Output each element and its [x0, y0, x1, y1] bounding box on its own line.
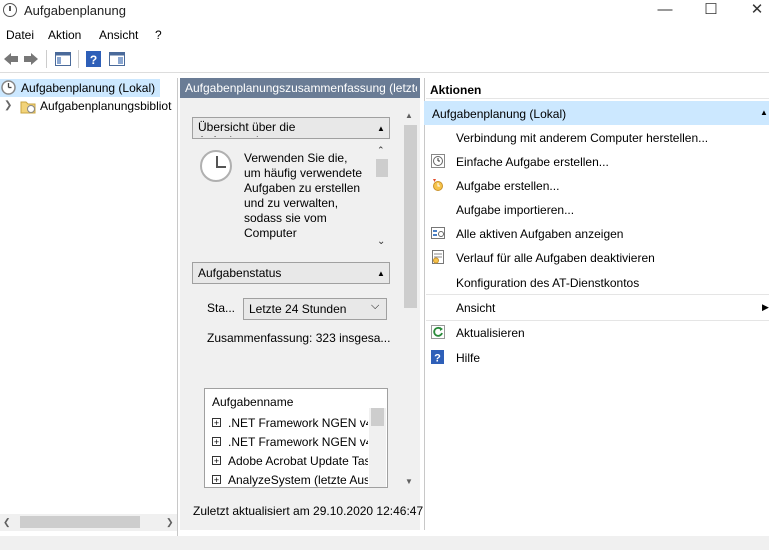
close-button[interactable]: ✕ — [734, 0, 769, 22]
clock-icon — [3, 3, 17, 17]
chevron-down-icon[interactable]: ⌄ — [377, 236, 385, 247]
tree-root-label: Aufgabenplanung (Lokal) — [21, 81, 156, 95]
scrollbar-thumb[interactable] — [376, 159, 388, 177]
status-period-value: Letzte 24 Stunden — [249, 302, 347, 316]
tree-library-label[interactable]: Aufgabenplanungsbibliot — [40, 99, 177, 113]
svg-text:?: ? — [434, 353, 441, 365]
svg-text:?: ? — [90, 53, 97, 67]
menu-ansicht[interactable]: Ansicht — [99, 28, 138, 42]
overview-title: Übersicht über die Aufgabenplanung — [198, 120, 296, 137]
actions-section-label: Aufgabenplanung (Lokal) — [432, 107, 567, 121]
collapse-up-icon[interactable]: ▲ — [760, 108, 768, 117]
back-arrow-icon[interactable] — [2, 50, 20, 68]
action-at-service[interactable]: Konfiguration des AT-Dienstkontos — [456, 276, 639, 290]
menu-datei[interactable]: Datei — [6, 28, 34, 42]
action-disable-history[interactable]: Verlauf für alle Aufgaben deaktivieren — [456, 251, 655, 265]
chevron-down-icon: ⌵ — [371, 300, 380, 312]
scroll-left-icon[interactable]: ❮ — [3, 517, 11, 528]
expand-icon[interactable]: + — [212, 418, 221, 428]
scrollbar-thumb[interactable] — [404, 125, 417, 308]
action-view[interactable]: Ansicht — [456, 301, 495, 315]
action-connect[interactable]: Verbindung mit anderem Computer herstell… — [456, 131, 708, 145]
refresh-icon — [431, 325, 445, 339]
window-title: Aufgabenplanung — [24, 3, 126, 18]
folder-icon — [20, 99, 36, 114]
tree-pane — [0, 78, 178, 536]
help-icon: ? — [431, 350, 445, 365]
overview-text: Verwenden Sie die, um häufig verwendete … — [244, 151, 363, 240]
status-label: Sta... — [207, 301, 236, 315]
chevron-up-icon[interactable]: ⌃ — [377, 145, 385, 156]
task-row[interactable]: AnalyzeSystem (letzte Ausf — [228, 473, 368, 487]
divider — [426, 294, 769, 295]
chevron-right-icon[interactable]: ❯ — [4, 100, 12, 111]
help-icon[interactable]: ? — [85, 50, 103, 68]
basic-task-icon — [431, 154, 445, 168]
task-row[interactable]: .NET Framework NGEN v4.0 — [228, 416, 368, 430]
action-import-task[interactable]: Aufgabe importieren... — [456, 203, 574, 217]
properties-icon[interactable] — [108, 50, 126, 68]
action-create-task[interactable]: Aufgabe erstellen... — [456, 179, 559, 193]
scrollbar-thumb[interactable] — [20, 516, 140, 528]
action-help[interactable]: Hilfe — [456, 351, 480, 365]
clock-icon — [200, 150, 232, 182]
status-bar — [0, 536, 769, 550]
scrollbar-thumb[interactable] — [371, 408, 384, 426]
collapse-up-icon[interactable]: ▲ — [377, 269, 385, 278]
summary-title: Aufgabenplanungszusammenfassung (letzte — [185, 81, 417, 95]
scroll-right-icon[interactable]: ❯ — [166, 517, 174, 528]
summary-text: Zusammenfassung: 323 insgesa... — [207, 331, 391, 345]
toolbar-separator — [46, 50, 47, 68]
task-row[interactable]: Adobe Acrobat Update Tas — [228, 454, 368, 468]
scroll-down-icon[interactable]: ▼ — [405, 477, 413, 486]
expand-icon[interactable]: + — [212, 437, 221, 447]
expand-icon[interactable]: + — [212, 475, 221, 485]
toolbar-separator — [78, 50, 79, 68]
submenu-arrow-icon: ▶ — [762, 302, 769, 312]
maximize-button[interactable]: ☐ — [688, 0, 734, 22]
clock-icon — [1, 80, 16, 95]
task-row[interactable]: .NET Framework NGEN v4.0 — [228, 435, 368, 449]
action-basic-task[interactable]: Einfache Aufgabe erstellen... — [456, 155, 609, 169]
collapse-up-icon[interactable]: ▲ — [377, 124, 385, 133]
task-column-header[interactable]: Aufgabenname — [212, 395, 293, 409]
divider — [426, 98, 769, 99]
forward-arrow-icon[interactable] — [22, 50, 40, 68]
action-show-active[interactable]: Alle aktiven Aufgaben anzeigen — [456, 227, 623, 241]
status-title: Aufgabenstatus — [198, 266, 282, 280]
show-tree-icon[interactable] — [54, 50, 72, 68]
expand-icon[interactable]: + — [212, 456, 221, 466]
actions-title: Aktionen — [430, 83, 482, 97]
create-task-icon — [431, 178, 445, 192]
menu-help[interactable]: ? — [155, 28, 162, 42]
action-refresh[interactable]: Aktualisieren — [456, 326, 525, 340]
active-tasks-icon — [431, 226, 445, 240]
history-icon — [431, 250, 445, 264]
menu-aktion[interactable]: Aktion — [48, 28, 81, 42]
last-updated-text: Zuletzt aktualisiert am 29.10.2020 12:46… — [193, 504, 424, 518]
minimize-button[interactable]: — — [642, 0, 688, 22]
divider — [426, 320, 769, 321]
scroll-up-icon[interactable]: ▲ — [405, 111, 413, 120]
